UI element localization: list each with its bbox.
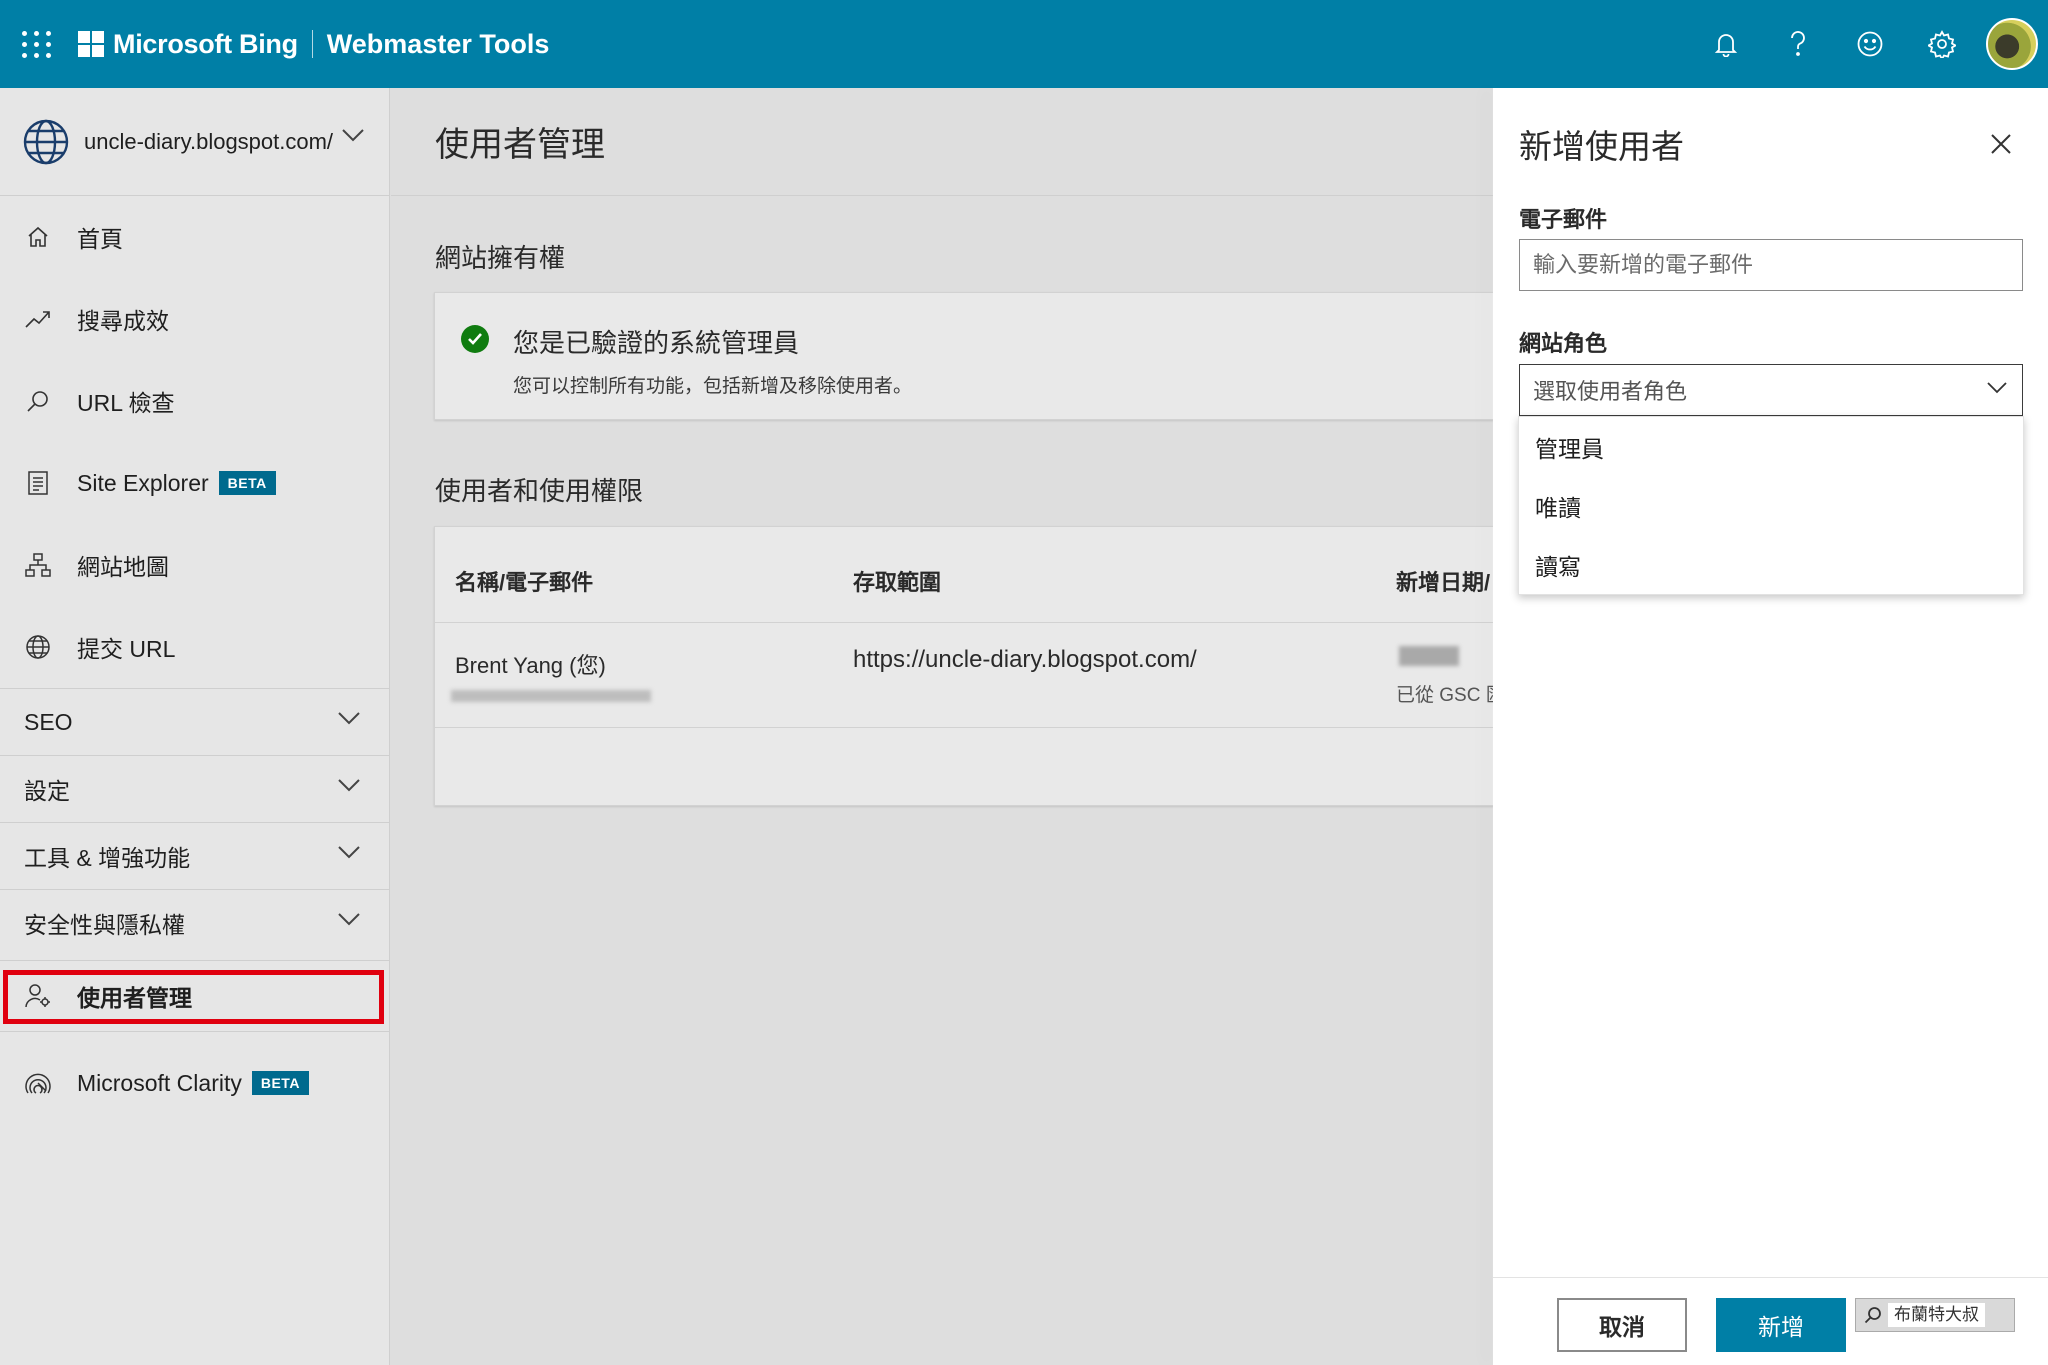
sidebar-group-label: SEO bbox=[24, 708, 73, 735]
globe-icon bbox=[24, 633, 52, 661]
sidebar-group-label: 工具 & 增強功能 bbox=[24, 845, 191, 871]
column-header-date[interactable]: 新增日期/ bbox=[1396, 565, 1490, 597]
brand-name[interactable]: Microsoft Bing bbox=[113, 29, 298, 60]
user-scope: https://uncle-diary.blogspot.com/ bbox=[853, 646, 1197, 673]
sidebar-item-label: 提交 URL bbox=[77, 636, 176, 662]
topbar-actions bbox=[1690, 0, 2048, 88]
user-name: Brent Yang (您) bbox=[455, 653, 606, 678]
date-note: 已從 GSC 匯 bbox=[1396, 685, 1505, 706]
cancel-button[interactable]: 取消 bbox=[1557, 1298, 1687, 1352]
sidebar-item-label: URL 檢查 bbox=[77, 390, 175, 416]
sidebar-item-submit-url[interactable]: 提交 URL bbox=[0, 606, 389, 688]
table-header: 名稱/電子郵件 存取範圍 新增日期/ bbox=[435, 527, 1495, 623]
chevron-down-icon bbox=[338, 712, 360, 725]
ownership-heading: 您是已驗證的系統管理員 bbox=[513, 328, 800, 358]
sidebar-item-user-management[interactable]: 使用者管理 bbox=[0, 960, 389, 1032]
highlight-box bbox=[3, 970, 384, 1024]
sidebar-item-label: 搜尋成效 bbox=[77, 308, 169, 334]
ownership-section-title: 網站擁有權 bbox=[435, 243, 566, 273]
home-icon bbox=[24, 223, 52, 251]
column-header-name[interactable]: 名稱/電子郵件 bbox=[455, 565, 593, 597]
users-table-card: 名稱/電子郵件 存取範圍 新增日期/ Brent Yang (您) https:… bbox=[434, 526, 1505, 806]
column-header-scope[interactable]: 存取範圍 bbox=[853, 565, 941, 597]
clarity-icon bbox=[24, 1069, 52, 1097]
watermark-search-tag: 布蘭特大叔 bbox=[1855, 1298, 2015, 1332]
site-selector[interactable]: uncle-diary.blogspot.com/ bbox=[0, 88, 389, 196]
help-icon[interactable] bbox=[1762, 0, 1834, 88]
search-icon bbox=[24, 387, 52, 415]
sidebar-item-label: Microsoft Clarity bbox=[77, 1069, 242, 1096]
beta-badge: BETA bbox=[251, 1071, 309, 1095]
microsoft-logo-icon bbox=[78, 31, 104, 57]
sidebar-group-settings[interactable]: 設定 bbox=[0, 755, 389, 822]
sidebar-item-site-explorer[interactable]: Site Explorer BETA bbox=[0, 442, 389, 524]
sidebar-item-label: 首頁 bbox=[77, 226, 123, 252]
sidebar-item-microsoft-clarity[interactable]: Microsoft Clarity BETA bbox=[0, 1042, 389, 1124]
user-avatar[interactable] bbox=[1986, 18, 2038, 70]
chevron-down-icon[interactable] bbox=[341, 128, 365, 142]
brand-divider bbox=[311, 30, 313, 58]
verified-check-icon bbox=[461, 325, 489, 353]
redacted-date bbox=[1399, 646, 1459, 666]
ownership-card: 您是已驗證的系統管理員 您可以控制所有功能，包括新增及移除使用者。 bbox=[434, 292, 1494, 420]
role-label: 網站角色 bbox=[1519, 331, 1608, 356]
add-button[interactable]: 新增 bbox=[1716, 1298, 1846, 1352]
page-title: 使用者管理 bbox=[391, 88, 1493, 196]
feedback-smiley-icon[interactable] bbox=[1834, 0, 1906, 88]
email-label: 電子郵件 bbox=[1519, 207, 1608, 232]
beta-badge: BETA bbox=[218, 471, 276, 495]
sidebar-group-seo[interactable]: SEO bbox=[0, 688, 389, 755]
product-name[interactable]: Webmaster Tools bbox=[327, 29, 550, 60]
settings-gear-icon[interactable] bbox=[1906, 0, 1978, 88]
document-icon bbox=[24, 469, 52, 497]
app-launcher-icon[interactable] bbox=[22, 29, 52, 59]
role-select-value: 選取使用者角色 bbox=[1533, 379, 1688, 404]
bell-icon[interactable] bbox=[1690, 0, 1762, 88]
role-option-read-write[interactable]: 讀寫 bbox=[1519, 535, 2023, 594]
sidebar-item-sitemaps[interactable]: 網站地圖 bbox=[0, 524, 389, 606]
close-icon[interactable] bbox=[1981, 124, 2021, 164]
sidebar: uncle-diary.blogspot.com/ 首頁 搜尋成效 URL 檢查… bbox=[0, 88, 390, 1365]
users-section-title: 使用者和使用權限 bbox=[435, 476, 644, 506]
sidebar-group-label: 設定 bbox=[24, 778, 70, 804]
sidebar-item-search-performance[interactable]: 搜尋成效 bbox=[0, 278, 389, 360]
panel-title: 新增使用者 bbox=[1519, 128, 1684, 165]
chevron-down-icon bbox=[338, 913, 360, 926]
trend-icon bbox=[24, 305, 52, 333]
sidebar-item-label: Site Explorer bbox=[77, 469, 209, 496]
chevron-down-icon bbox=[338, 846, 360, 859]
role-option-admin[interactable]: 管理員 bbox=[1519, 417, 2023, 476]
sidebar-item-url-inspection[interactable]: URL 檢查 bbox=[0, 360, 389, 442]
chevron-down-icon bbox=[1987, 382, 2007, 394]
sidebar-group-security[interactable]: 安全性與隱私權 bbox=[0, 889, 389, 956]
top-bar: Microsoft Bing Webmaster Tools bbox=[0, 0, 2048, 88]
site-url: uncle-diary.blogspot.com/ bbox=[84, 128, 334, 154]
globe-icon bbox=[23, 119, 69, 164]
role-select[interactable]: 選取使用者角色 bbox=[1519, 364, 2023, 416]
sidebar-group-label: 安全性與隱私權 bbox=[24, 912, 185, 938]
table-row: Brent Yang (您) https://uncle-diary.blogs… bbox=[435, 624, 1505, 728]
panel-footer: 取消 新增 布蘭特大叔 bbox=[1493, 1277, 2048, 1365]
redacted-email bbox=[451, 690, 651, 702]
sidebar-group-tools[interactable]: 工具 & 增強功能 bbox=[0, 822, 389, 889]
chevron-down-icon bbox=[338, 779, 360, 792]
role-dropdown-menu: 管理員 唯讀 讀寫 bbox=[1518, 416, 2024, 595]
add-user-panel: 新增使用者 電子郵件 網站角色 選取使用者角色 管理員 唯讀 讀寫 取消 新增 … bbox=[1493, 88, 2048, 1365]
sidebar-item-home[interactable]: 首頁 bbox=[0, 196, 389, 278]
watermark-text: 布蘭特大叔 bbox=[1888, 1303, 1985, 1327]
ownership-description: 您可以控制所有功能，包括新增及移除使用者。 bbox=[513, 376, 913, 397]
role-option-read-only[interactable]: 唯讀 bbox=[1519, 476, 2023, 535]
sidebar-item-label: 網站地圖 bbox=[77, 554, 169, 580]
sitemap-icon bbox=[24, 551, 52, 579]
email-field[interactable] bbox=[1519, 239, 2023, 291]
search-icon bbox=[1864, 1307, 1881, 1324]
main-content: 使用者管理 網站擁有權 您是已驗證的系統管理員 您可以控制所有功能，包括新增及移… bbox=[391, 88, 1505, 1365]
